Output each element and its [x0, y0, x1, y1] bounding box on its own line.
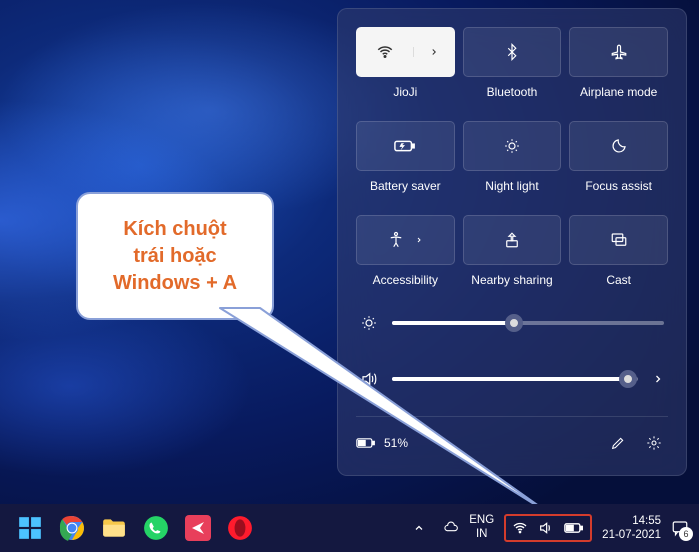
chevron-right-icon	[429, 47, 439, 57]
chevron-right-icon[interactable]	[652, 373, 664, 385]
tile-airplane-wrap: Airplane mode	[569, 27, 668, 99]
date-text: 21-07-2021	[602, 528, 661, 542]
airplane-icon	[610, 43, 628, 61]
battery-icon	[564, 521, 584, 535]
folder-icon	[101, 515, 127, 541]
tile-label-focus: Focus assist	[585, 179, 652, 193]
settings-button[interactable]	[640, 429, 668, 457]
opera-app[interactable]	[220, 508, 260, 548]
desktop-wallpaper: JioJi Bluetooth Airplane mode Battery sa…	[0, 0, 699, 552]
system-tray: ENG IN 14:55 21-07-2021 6	[407, 508, 689, 548]
send-app[interactable]	[178, 508, 218, 548]
tile-wifi-wrap: JioJi	[356, 27, 455, 99]
nightlight-icon	[503, 137, 521, 155]
whatsapp-icon	[143, 515, 169, 541]
tile-label-cast: Cast	[606, 273, 631, 287]
notification-count: 6	[679, 527, 693, 541]
tile-wifi[interactable]	[356, 27, 455, 77]
notifications-button[interactable]: 6	[671, 519, 689, 537]
chrome-icon	[59, 515, 85, 541]
accessibility-icon	[387, 231, 405, 249]
tile-label-accessibility: Accessibility	[373, 273, 438, 287]
tile-label-batterysaver: Battery saver	[370, 179, 441, 193]
tile-label-nearby: Nearby sharing	[471, 273, 552, 287]
tile-bluetooth[interactable]	[463, 27, 562, 77]
wifi-icon	[376, 43, 394, 61]
callout-text-2: trái hoặc	[133, 245, 216, 267]
nearbyshare-icon	[503, 231, 521, 249]
chevron-right-icon	[415, 236, 423, 244]
tile-label-airplane: Airplane mode	[580, 85, 657, 99]
tile-nightlight-wrap: Night light	[463, 121, 562, 193]
tile-cast[interactable]	[569, 215, 668, 265]
tile-accessibility-wrap: Accessibility	[356, 215, 455, 287]
batterysaver-icon	[394, 138, 416, 154]
tile-focus-wrap: Focus assist	[569, 121, 668, 193]
onedrive-icon[interactable]	[443, 520, 459, 536]
tile-label-bluetooth: Bluetooth	[487, 85, 538, 99]
edit-button[interactable]	[604, 429, 632, 457]
pencil-icon	[610, 435, 626, 451]
tile-accessibility[interactable]	[356, 215, 455, 265]
time-text: 14:55	[602, 514, 661, 528]
callout-arrow	[180, 290, 580, 520]
start-button[interactable]	[10, 508, 50, 548]
wifi-icon	[512, 520, 528, 536]
opera-icon	[227, 515, 253, 541]
quick-settings-tiles: JioJi Bluetooth Airplane mode Battery sa…	[356, 27, 668, 301]
clock[interactable]: 14:55 21-07-2021	[602, 514, 661, 543]
chrome-app[interactable]	[52, 508, 92, 548]
chevron-up-icon	[413, 522, 425, 534]
tile-airplane[interactable]	[569, 27, 668, 77]
wifi-toggle[interactable]	[357, 43, 413, 61]
network-volume-battery-group[interactable]	[504, 514, 592, 542]
tile-cast-wrap: Cast	[569, 215, 668, 287]
send-icon	[185, 515, 211, 541]
tile-batterysaver[interactable]	[356, 121, 455, 171]
lang-secondary: IN	[469, 528, 494, 542]
tile-nightlight[interactable]	[463, 121, 562, 171]
tile-bluetooth-wrap: Bluetooth	[463, 27, 562, 99]
bluetooth-icon	[503, 43, 521, 61]
windows-start-icon	[17, 515, 43, 541]
callout-text-1: Kích chuột	[123, 218, 226, 240]
gear-icon	[646, 435, 662, 451]
language-indicator[interactable]: ENG IN	[469, 514, 494, 542]
tile-label-wifi: JioJi	[393, 85, 417, 99]
tile-batterysaver-wrap: Battery saver	[356, 121, 455, 193]
wifi-expand[interactable]	[413, 47, 454, 57]
file-explorer-app[interactable]	[94, 508, 134, 548]
cast-icon	[610, 231, 628, 249]
tile-focus[interactable]	[569, 121, 668, 171]
whatsapp-app[interactable]	[136, 508, 176, 548]
focus-icon	[610, 137, 628, 155]
volume-icon	[538, 520, 554, 536]
taskbar: ENG IN 14:55 21-07-2021 6	[0, 504, 699, 552]
lang-primary: ENG	[469, 514, 494, 528]
tile-nearby-wrap: Nearby sharing	[463, 215, 562, 287]
tray-overflow[interactable]	[407, 508, 431, 548]
tile-nearby[interactable]	[463, 215, 562, 265]
tile-label-nightlight: Night light	[485, 179, 538, 193]
